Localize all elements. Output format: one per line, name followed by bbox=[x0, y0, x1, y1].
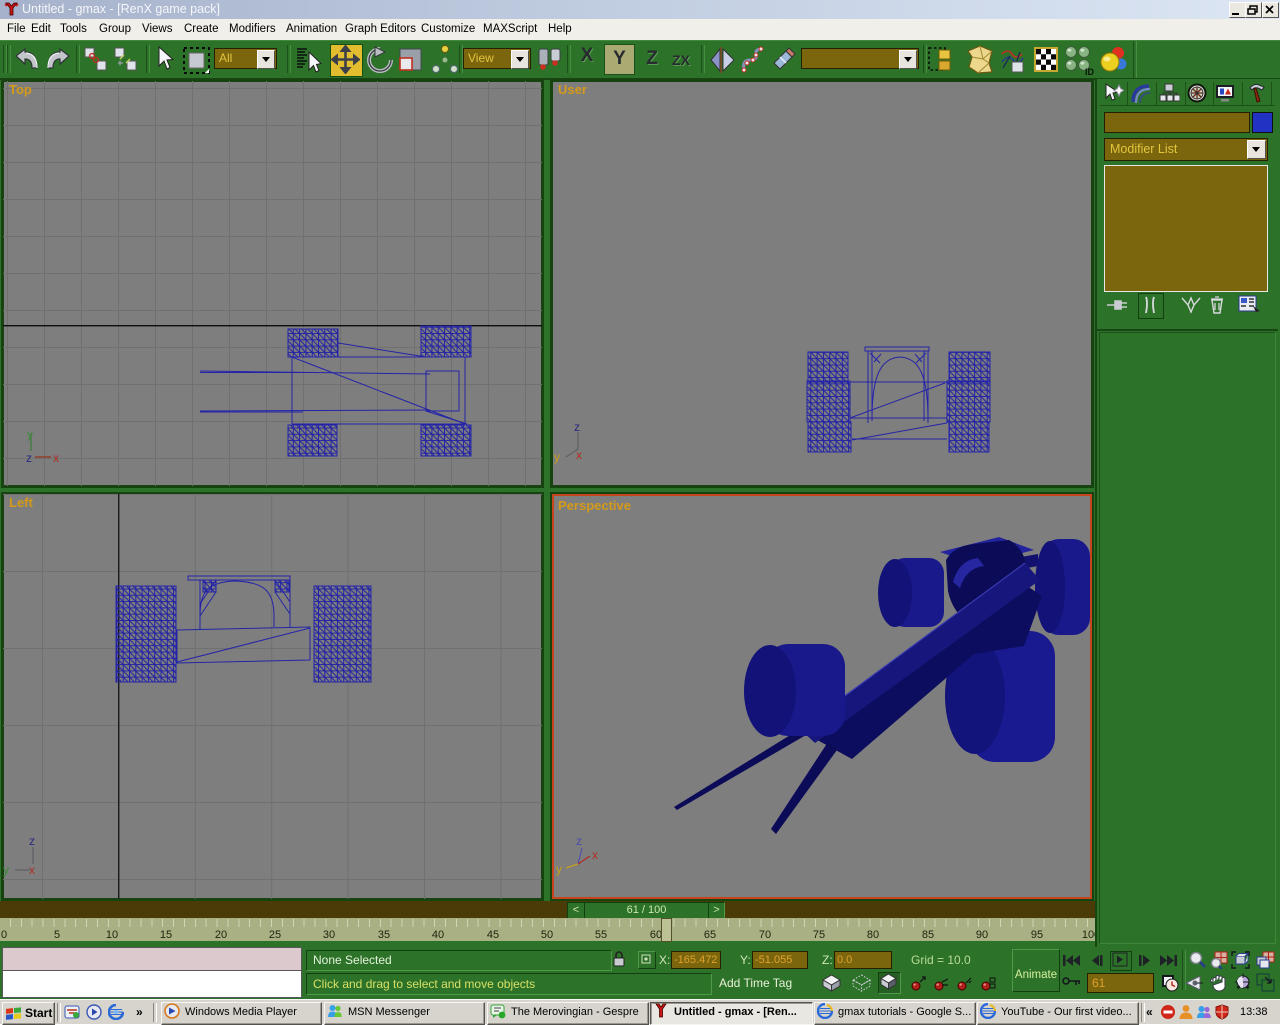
svg-text:ID: ID bbox=[1085, 67, 1094, 76]
svg-text:z: z bbox=[26, 451, 32, 465]
svg-text:x: x bbox=[576, 448, 582, 462]
svg-text:y: y bbox=[554, 450, 560, 464]
svg-text:x: x bbox=[29, 863, 35, 877]
svg-text:x: x bbox=[592, 848, 598, 862]
svg-text:y: y bbox=[27, 427, 33, 441]
svg-text:z: z bbox=[29, 834, 35, 848]
svg-text:z: z bbox=[574, 420, 580, 434]
svg-text:y: y bbox=[556, 862, 562, 876]
svg-text:y: y bbox=[3, 863, 9, 877]
svg-text:x: x bbox=[53, 451, 59, 465]
svg-text:z: z bbox=[576, 834, 582, 848]
